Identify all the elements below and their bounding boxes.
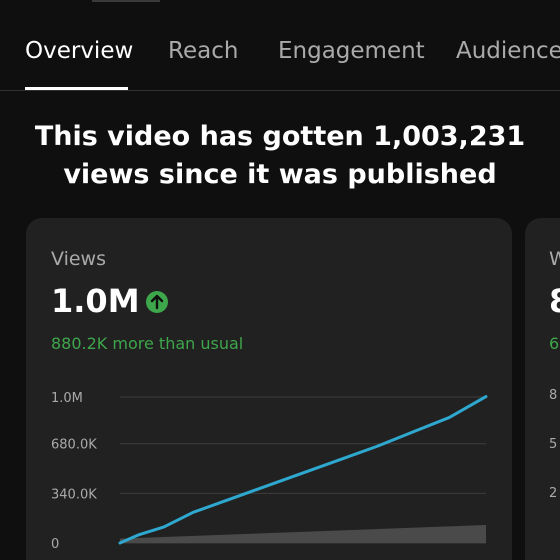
typical-range-band xyxy=(120,525,486,543)
views-series-line xyxy=(118,395,488,545)
y-tick-label: 340.0K xyxy=(51,487,97,502)
summary-headline: This video has gotten 1,003,231 views si… xyxy=(0,118,560,194)
second-card-tick: 8 xyxy=(549,388,558,403)
active-tab-indicator xyxy=(25,87,128,90)
second-card-delta: 6 xyxy=(549,334,560,353)
y-tick-label: 1.0M xyxy=(51,391,83,406)
analytics-screen: Overview Reach Engagement Audience This … xyxy=(0,0,560,560)
second-card-label: W xyxy=(549,248,560,270)
tab-audience[interactable]: Audience xyxy=(456,38,560,64)
tab-overview[interactable]: Overview xyxy=(25,38,133,64)
headline-line-1: This video has gotten 1,003,231 xyxy=(34,121,526,152)
y-tick-label: 680.0K xyxy=(51,438,97,453)
tab-bar: Overview Reach Engagement Audience xyxy=(0,0,560,91)
y-tick-label: 0 xyxy=(51,537,59,552)
second-metric-card[interactable]: W 8 6 8 5 2 xyxy=(525,218,560,560)
second-card-tick: 5 xyxy=(549,437,558,452)
headline-line-2: views since it was published xyxy=(63,159,497,190)
tab-reach[interactable]: Reach xyxy=(168,38,238,64)
tab-engagement[interactable]: Engagement xyxy=(278,38,425,64)
second-card-value: 8 xyxy=(549,282,560,320)
second-card-tick: 2 xyxy=(549,486,558,501)
views-card[interactable]: Views 1.0M 880.2K more than usual 1.0M 68… xyxy=(26,218,512,560)
views-chart[interactable]: 1.0M 680.0K 340.0K 0 xyxy=(26,218,512,560)
